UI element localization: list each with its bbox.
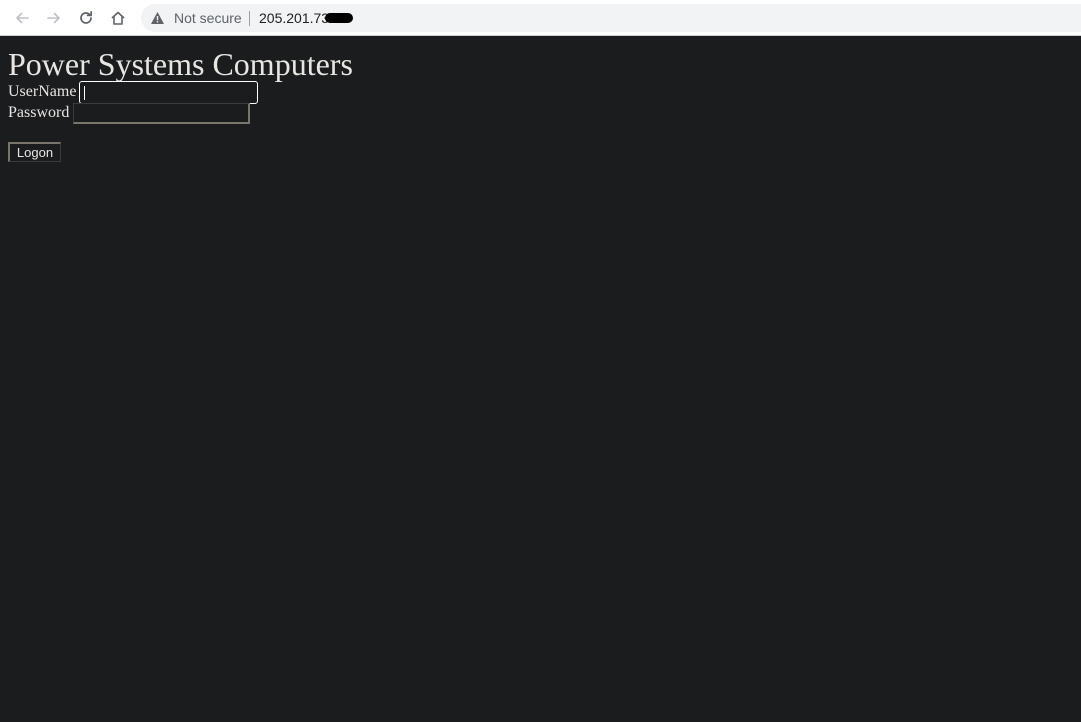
password-input[interactable] bbox=[73, 103, 250, 124]
warning-icon[interactable] bbox=[150, 11, 165, 25]
reload-button[interactable] bbox=[74, 6, 98, 30]
back-button[interactable] bbox=[10, 6, 34, 30]
username-label: UserName bbox=[8, 83, 77, 100]
browser-toolbar: Not secure 205.201.73 bbox=[0, 0, 1081, 36]
forward-button[interactable] bbox=[42, 6, 66, 30]
reload-icon bbox=[80, 10, 93, 24]
security-status[interactable]: Not secure bbox=[174, 10, 242, 26]
url-text[interactable]: 205.201.73 bbox=[259, 10, 329, 26]
logon-button[interactable]: Logon bbox=[8, 142, 61, 162]
username-input[interactable] bbox=[79, 81, 258, 104]
forward-arrow-icon bbox=[47, 12, 60, 24]
text-caret bbox=[84, 86, 85, 100]
home-icon bbox=[111, 11, 125, 25]
password-label: Password bbox=[8, 104, 70, 121]
address-bar[interactable]: Not secure 205.201.73 bbox=[141, 4, 1081, 32]
page-content: Power Systems Computers UserName Passwor… bbox=[0, 37, 1081, 722]
url-redaction bbox=[325, 13, 353, 23]
back-arrow-icon bbox=[16, 12, 29, 24]
omnibox-separator bbox=[249, 11, 250, 26]
home-button[interactable] bbox=[106, 6, 130, 30]
page-title: Power Systems Computers bbox=[8, 46, 353, 82]
